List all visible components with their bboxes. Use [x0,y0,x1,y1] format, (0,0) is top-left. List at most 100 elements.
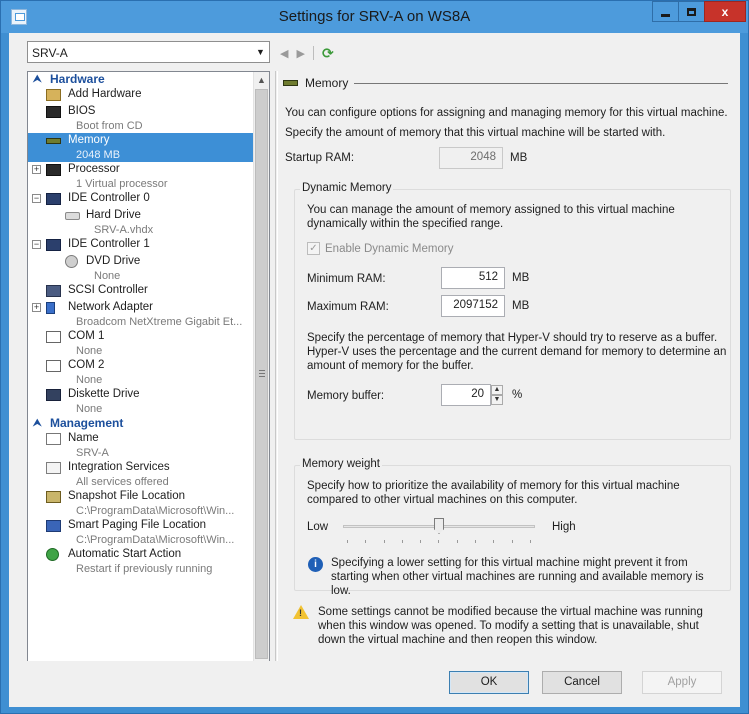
minimize-button[interactable] [652,1,678,22]
memory-icon [283,80,298,86]
sidebar-item-detail: Boot from CD [76,120,143,132]
sidebar-item-detail: SRV-A.vhdx [94,224,154,236]
smart-paging-icon [46,520,61,532]
sidebar-item-com-1[interactable]: COM 1 None [28,329,254,358]
sidebar-item-network-adapter[interactable]: + Network Adapter Broadcom NetXtreme Gigab… [28,300,254,329]
maximize-button[interactable] [678,1,704,22]
sidebar-item-detail: C:\ProgramData\Microsoft\Win... [76,505,235,517]
sidebar-item-snapshot-file-location[interactable]: Snapshot File Location C:\ProgramData\Mic… [28,489,254,518]
sidebar-item-bios[interactable]: BIOS Boot from CD [28,104,254,133]
collapse-icon[interactable]: − [32,194,41,203]
toolbar-separator [312,46,314,60]
sidebar-item-name[interactable]: Name SRV-A [28,431,254,460]
sidebar-item-ide-controller-1[interactable]: − IDE Controller 1 [28,237,254,254]
startup-ram-unit: MB [510,152,528,164]
sidebar-item-add-hardware[interactable]: Add Hardware [28,87,254,104]
com-port-icon [46,331,61,343]
minimize-icon [661,14,670,17]
slider-tick [420,540,422,543]
sidebar-item-scsi-controller[interactable]: SCSI Controller [28,283,254,300]
maximum-ram-field[interactable]: 2097152 [441,295,505,317]
back-arrow-icon[interactable]: ◀ [280,47,288,60]
sidebar-item-label: IDE Controller 1 [68,238,150,250]
slider-tick [401,540,403,543]
close-icon: x [721,4,729,19]
title-bar[interactable]: Settings for SRV-A on WS8A x [1,1,748,33]
warning-text: Some settings cannot be modified because… [318,606,703,646]
slider-tick [438,540,440,543]
expand-icon[interactable]: + [32,165,41,174]
refresh-icon[interactable]: ⟳ [322,45,334,62]
slider-tick [347,540,348,543]
sidebar-item-hard-drive[interactable]: Hard Drive SRV-A.vhdx [28,208,254,237]
sidebar-item-detail: C:\ProgramData\Microsoft\Win... [76,534,235,546]
com-port-icon [46,360,61,372]
sidebar-item-label: Hard Drive [86,209,141,221]
memory-weight-slider-thumb[interactable] [434,518,444,534]
spin-down-icon[interactable]: ▼ [491,395,503,405]
ok-button[interactable]: OK [449,671,529,694]
sidebar-item-diskette-drive[interactable]: Diskette Drive None [28,387,254,416]
memory-buffer-field[interactable]: 20 [441,384,491,406]
settings-tree-content: ⮝ Hardware Add Hardware BIOS Boot from CD M… [28,72,254,576]
collapse-icon[interactable]: ⮝ [33,72,42,87]
sidebar-item-memory[interactable]: Memory 2048 MB [28,133,254,162]
add-hardware-icon [46,89,61,101]
apply-button-label: Apply [667,676,697,688]
sidebar-item-label: IDE Controller 0 [68,192,150,204]
spin-up-icon[interactable]: ▲ [491,385,503,395]
minimum-ram-field[interactable]: 512 [441,267,505,289]
section-header-management[interactable]: ⮝ Management [28,416,254,431]
slider-tick [365,540,367,543]
processor-icon [46,164,61,176]
section-header-hardware[interactable]: ⮝ Hardware [28,72,254,87]
sidebar-item-label: Smart Paging File Location [68,519,207,531]
enable-dynamic-memory-label: Enable Dynamic Memory [325,242,454,255]
scroll-up-icon[interactable]: ▲ [254,72,269,88]
slider-ticks [347,540,531,543]
sidebar-item-label: Name [68,432,99,444]
sidebar-item-detail: 1 Virtual processor [76,178,168,190]
sidebar-item-label: COM 1 [68,330,105,342]
sidebar-item-label: Snapshot File Location [68,490,185,502]
sidebar-item-ide-controller-0[interactable]: − IDE Controller 0 [28,191,254,208]
sidebar-item-processor[interactable]: + Processor 1 Virtual processor [28,162,254,191]
sidebar-item-automatic-start-action[interactable]: Automatic Start Action Restart if previou… [28,547,254,576]
scrollbar-thumb[interactable] [255,89,268,659]
slider-high-label: High [552,521,576,533]
section-header-label: Management [50,416,124,430]
memory-icon [46,138,61,144]
collapse-icon[interactable]: − [32,240,41,249]
vm-selector[interactable]: SRV-A ▼ [27,41,270,63]
close-button[interactable]: x [704,1,746,22]
collapse-icon[interactable]: ⮝ [33,416,42,431]
dynamic-memory-description: You can manage the amount of memory assi… [307,204,675,230]
sidebar-item-detail: None [76,345,103,357]
settings-tree[interactable]: ⮝ Hardware Add Hardware BIOS Boot from CD M… [27,71,270,695]
expand-icon[interactable]: + [32,303,41,312]
forward-arrow-icon[interactable]: ▶ [296,47,304,60]
dialog-button-bar: OK Cancel Apply [9,661,740,707]
enable-dynamic-memory-checkbox: ✓ Enable Dynamic Memory [307,242,453,255]
sidebar-item-detail: None [76,403,103,415]
sidebar-item-label: Integration Services [68,461,170,473]
sidebar-item-com-2[interactable]: COM 2 None [28,358,254,387]
memory-buffer-spinner[interactable]: ▲ ▼ [491,385,503,405]
checkmark-icon: ✓ [307,242,320,255]
chevron-down-icon[interactable]: ▼ [251,42,269,62]
sidebar-item-dvd-drive[interactable]: DVD Drive None [28,254,254,283]
integration-services-icon [46,462,61,474]
tree-scrollbar[interactable]: ▲ ▼ [253,72,269,694]
sidebar-item-label: COM 2 [68,359,105,371]
slider-low-label: Low [307,521,329,533]
pane-divider [275,71,278,697]
snapshot-icon [46,491,61,503]
sidebar-item-label: BIOS [68,105,96,117]
window-title: Settings for SRV-A on WS8A [278,8,471,25]
sidebar-item-smart-paging-file-location[interactable]: Smart Paging File Location C:\ProgramData… [28,518,254,547]
sidebar-item-detail: Restart if previously running [76,563,213,575]
cancel-button[interactable]: Cancel [542,671,622,694]
sidebar-item-integration-services[interactable]: Integration Services All services offered [28,460,254,489]
automatic-start-icon [46,548,59,561]
memory-buffer-label: Memory buffer: [307,390,385,402]
